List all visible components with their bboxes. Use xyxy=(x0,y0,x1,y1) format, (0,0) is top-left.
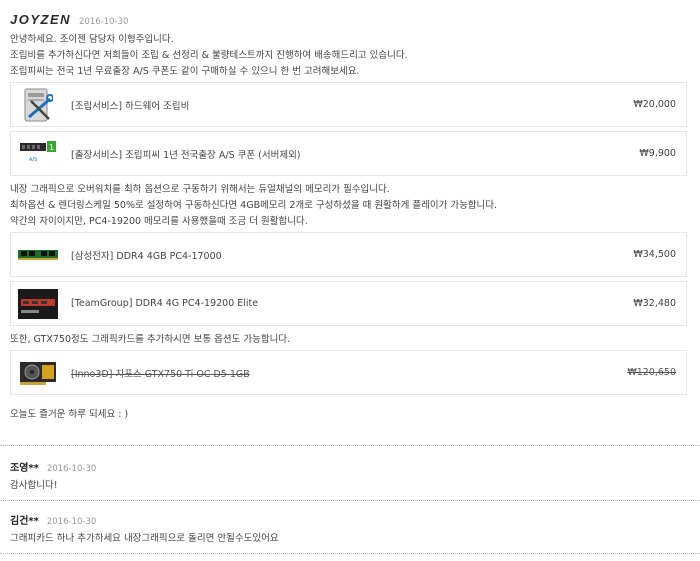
closing-text: 오늘도 즐거운 하루 되세요 : ) xyxy=(10,409,129,420)
comment-text: 감사합니다! xyxy=(10,480,58,491)
product-card-gpu[interactable]: [Inno3D] 지포스 GTX750 Ti OC D5 1GB ₩120,65… xyxy=(10,350,687,395)
intro-line: 조립비를 추가하신다면 저희들이 조립 & 선정리 & 불량테스트까지 진행하여… xyxy=(10,50,408,61)
comment-header: 김건** 2016-10-30 xyxy=(10,512,690,527)
intro-paragraph: 안녕하세요. 조이젠 담당자 이형주입니다. 조립비를 추가하신다면 저희들이 … xyxy=(10,32,690,80)
product-price: ₩34,500 xyxy=(633,249,676,260)
seller-post: JOYZEN 2016-10-30 안녕하세요. 조이젠 담당자 이형주입니다.… xyxy=(10,12,690,423)
memory-line: 내장 그래픽으로 오버워치를 최하 옵션으로 구동하기 위해서는 듀얼채널의 메… xyxy=(10,184,390,195)
product-card-assembly[interactable]: [조립서비스] 하드웨어 조립비 ₩20,000 xyxy=(10,82,687,127)
comment-text: 그래피카드 하나 추가하세요 내장그래픽으로 돌리면 안될수도있어요 xyxy=(10,533,279,544)
svg-text:1: 1 xyxy=(49,143,54,152)
intro-line: 안녕하세요. 조이젠 담당자 이형주입니다. xyxy=(10,34,174,45)
product-name[interactable]: [조립서비스] 하드웨어 조립비 xyxy=(71,98,633,112)
as-coupon-icon: 1 A/S xyxy=(15,136,61,172)
product-name[interactable]: [TeamGroup] DDR4 4G PC4-19200 Elite xyxy=(71,298,633,309)
assembly-tools-icon xyxy=(15,87,61,123)
seller-header: JOYZEN 2016-10-30 xyxy=(10,12,690,28)
comment-header: 조영** 2016-10-30 xyxy=(10,459,690,474)
seller-logo: JOYZEN xyxy=(10,12,72,27)
comment-date: 2016-10-30 xyxy=(46,517,97,527)
memory-paragraph: 내장 그래픽으로 오버워치를 최하 옵션으로 구동하기 위해서는 듀얼채널의 메… xyxy=(10,182,690,230)
comment-date: 2016-10-30 xyxy=(46,464,97,474)
comment-item: 조영** 2016-10-30 감사합니다! xyxy=(10,459,690,493)
svg-text:A/S: A/S xyxy=(29,157,37,163)
product-card-samsung-ram[interactable]: [삼성전자] DDR4 4GB PC4-17000 ₩34,500 xyxy=(10,232,687,277)
product-price: ₩120,650 xyxy=(627,367,676,378)
comment-divider xyxy=(0,553,700,554)
comment-author: 조영** xyxy=(10,463,39,474)
memory-line: 최하옵션 & 렌더링스케일 50%로 설정하여 구동하신다면 4GB메모리 2개… xyxy=(10,200,498,211)
seller-post-date: 2016-10-30 xyxy=(79,17,129,27)
comment-divider xyxy=(0,445,700,446)
product-price: ₩20,000 xyxy=(633,99,676,110)
product-card-teamgroup-ram[interactable]: [TeamGroup] DDR4 4G PC4-19200 Elite ₩32,… xyxy=(10,281,687,326)
product-name[interactable]: [출장서비스] 조립피씨 1년 전국출장 A/S 쿠폰 (서버제외) xyxy=(71,147,639,161)
product-price: ₩9,900 xyxy=(639,148,676,159)
ram-box-icon xyxy=(15,286,61,322)
gpu-paragraph: 또한, GTX750정도 그래픽카드를 추가하시면 보통 옵션도 가능합니다. xyxy=(10,332,690,348)
product-name[interactable]: [삼성전자] DDR4 4GB PC4-17000 xyxy=(71,248,633,262)
product-card-as-coupon[interactable]: 1 A/S [출장서비스] 조립피씨 1년 전국출장 A/S 쿠폰 (서버제외)… xyxy=(10,131,687,176)
comment-author: 김건** xyxy=(10,516,39,527)
gpu-line: 또한, GTX750정도 그래픽카드를 추가하시면 보통 옵션도 가능합니다. xyxy=(10,334,291,345)
comment-divider xyxy=(0,500,700,501)
comment-item: 김건** 2016-10-30 그래피카드 하나 추가하세요 내장그래픽으로 돌… xyxy=(10,512,690,546)
ram-stick-icon xyxy=(15,237,61,273)
product-name[interactable]: [Inno3D] 지포스 GTX750 Ti OC D5 1GB xyxy=(71,366,627,380)
product-price: ₩32,480 xyxy=(633,298,676,309)
memory-line: 약간의 자이이지만, PC4-19200 메모리를 사용했을때 조금 더 원활합… xyxy=(10,216,308,227)
intro-line: 조립피씨는 전국 1년 무료출장 A/S 쿠폰도 같이 구매하실 수 있으니 한… xyxy=(10,66,360,77)
graphics-card-icon xyxy=(15,355,61,391)
